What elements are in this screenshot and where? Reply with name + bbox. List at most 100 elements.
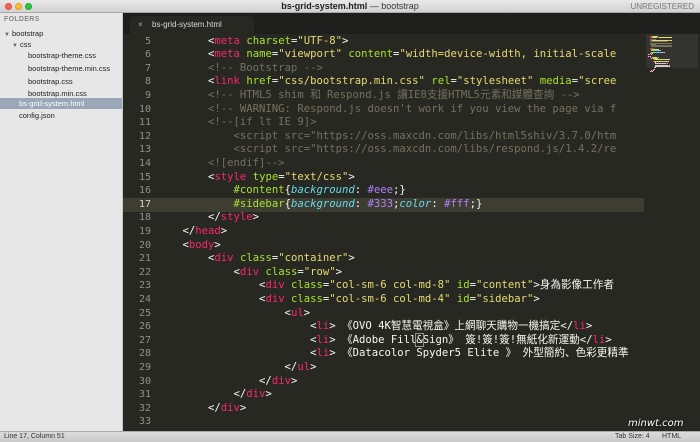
code-token: li [316, 320, 330, 333]
line-number: 20 [138, 239, 151, 251]
code-line: <div class="row"> [157, 266, 342, 280]
code-token: li [592, 333, 606, 346]
sidebar-file-bootstrap-css[interactable]: bootstrap.css [28, 76, 73, 87]
code-editor[interactable]: 5 6 7 8 9 10 11 12 13 14 15 16 17 18 19 20 21 22 23 24 25 26 2… [123, 34, 700, 431]
code-token: "css/bootstrap.min.css" [278, 75, 425, 88]
code-token: < [157, 48, 215, 61]
sidebar-folder-css[interactable]: ▼ css [12, 39, 31, 50]
code-area[interactable]: <meta charset="UTF-8"> <meta name="viewp… [157, 34, 644, 431]
code-line: <ul> [157, 306, 311, 321]
code-line: <div class="col-sm-6 col-md-4" id="sideb… [157, 293, 540, 307]
code-token: href [246, 75, 272, 88]
minimap[interactable] [644, 34, 700, 431]
code-line: <!--[if lt IE 9]> [157, 116, 316, 130]
code-token: "stylesheet" [456, 75, 534, 88]
code-token: "scree [578, 75, 617, 88]
disclosure-triangle-icon[interactable]: ▼ [12, 41, 20, 52]
code-token: </ [157, 360, 298, 373]
line-number: 28 [138, 348, 151, 360]
code-token: color [399, 197, 432, 210]
folders-header: FOLDERS [4, 16, 40, 23]
code-line: <div class="col-sm-6 col-md-8" id="conte… [157, 279, 614, 293]
disclosure-triangle-icon[interactable]: ▼ [4, 30, 12, 41]
line-number: 16 [138, 185, 151, 197]
sidebar-file-bootstrap-theme-css[interactable]: bootstrap-theme.css [28, 50, 96, 61]
code-token: <script src="https://oss.maxcdn.com/libs… [157, 143, 617, 156]
watermark: minwt.com [628, 418, 684, 429]
minimap-line [664, 51, 665, 53]
code-token: > [252, 211, 260, 224]
code-token: <!-- HTML5 shim 和 Respond.js 讓IE8支援HTML5… [157, 88, 580, 101]
code-token: </ [157, 388, 247, 401]
code-line: <!-- Bootstrap --> [157, 62, 323, 76]
minimap-line [660, 37, 673, 39]
code-token: class [290, 292, 323, 305]
code-token: background [290, 197, 355, 210]
line-number: 9 [144, 89, 151, 101]
line-number: 22 [138, 266, 151, 278]
code-line: </div> [157, 402, 246, 416]
code-token: <![endif]--> [157, 156, 285, 169]
code-token: > [348, 252, 355, 265]
code-token: < [157, 306, 291, 319]
code-token: background [290, 184, 355, 197]
code-token: >身為影像工作者 [533, 279, 614, 292]
window-title: bs-grid-system.html — bootstrap [0, 0, 700, 13]
code-token: > [533, 292, 540, 305]
code-token: rel [431, 75, 451, 88]
code-token: div [271, 374, 291, 387]
code-line: </style> [157, 211, 259, 225]
code-token: > 《Adobe Fill [329, 333, 417, 346]
code-line: </head> [157, 224, 228, 239]
line-number: 31 [138, 389, 151, 401]
window-title-file: bs-grid-system.html [281, 1, 368, 11]
code-token: > [348, 170, 355, 183]
code-token: </ [157, 374, 272, 387]
sidebar-item-label: bootstrap [12, 29, 44, 38]
code-line: </div> [157, 388, 272, 402]
code-token: ;} [393, 184, 406, 197]
code-token: #eee [367, 184, 394, 197]
window-title-project: — bootstrap [367, 1, 419, 11]
sidebar-folder-bootstrap[interactable]: ▼ bootstrap [4, 28, 43, 39]
code-token: id [456, 279, 470, 292]
line-number: 19 [138, 225, 151, 237]
syntax-selector[interactable]: HTML [662, 432, 681, 442]
code-token: < [157, 320, 317, 333]
code-line: <![endif]--> [157, 157, 285, 171]
code-token: "width=device-width, initial-scale [399, 48, 617, 61]
line-number: 13 [138, 144, 151, 156]
code-token: <!--[if lt IE 9]> [157, 116, 317, 129]
line-number: 5 [144, 35, 151, 47]
code-token: head [195, 224, 221, 237]
sidebar-file-bootstrap-theme-min-css[interactable]: bootstrap-theme.min.css [28, 63, 110, 74]
folder-sidebar: FOLDERS ▼ bootstrap ▼ css bootstrap-theme.… [0, 13, 123, 431]
code-token: class [239, 252, 272, 265]
tab-bs-grid-system[interactable]: × bs-grid-system.html [130, 16, 254, 34]
code-token: < [157, 292, 266, 305]
code-token: > 《Datacolor Spyder5 Elite 》 外型簡約、色彩更精準 [329, 347, 629, 360]
code-token: < [157, 347, 317, 360]
sidebar-file-config-json[interactable]: config.json [19, 110, 55, 121]
code-token: <!-- WARNING: Respond.js doesn't work if… [157, 102, 617, 115]
code-token: > [239, 401, 247, 414]
line-number: 12 [138, 130, 151, 142]
line-number: 25 [138, 307, 151, 319]
close-tab-icon[interactable]: × [138, 16, 143, 34]
sidebar-file-bs-grid-system-html[interactable]: bs-grid-system.html [0, 98, 122, 109]
code-token: > [585, 320, 593, 333]
code-token: div [246, 388, 266, 401]
code-token: <!-- Bootstrap --> [157, 61, 323, 74]
code-token: ul [290, 306, 304, 319]
code-line: <script src="https://oss.maxcdn.com/libs… [157, 130, 617, 144]
code-token: > [290, 374, 298, 387]
tab-size-selector[interactable]: Tab Size: 4 [615, 432, 650, 442]
line-number: 30 [138, 375, 151, 387]
code-token: div [265, 292, 285, 305]
code-token: #333 [367, 197, 394, 210]
code-token: link [214, 75, 240, 88]
code-token: li [316, 347, 330, 360]
code-line: <li> 《Datacolor Spyder5 Elite 》 外型簡約、色彩更… [157, 347, 629, 361]
minimap-line [656, 60, 664, 62]
